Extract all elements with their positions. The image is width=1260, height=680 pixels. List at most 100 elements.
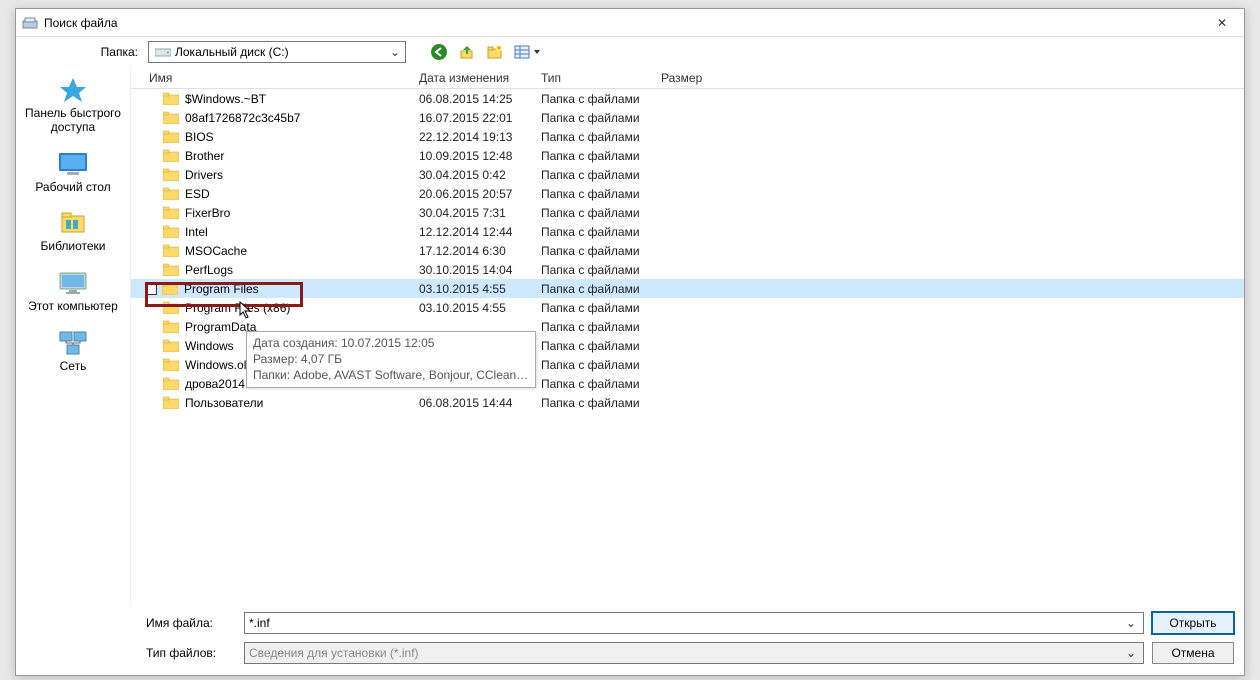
folder-icon: [163, 130, 179, 143]
folder-icon: [163, 149, 179, 162]
sidebar-item-this-pc[interactable]: Этот компьютер: [16, 268, 130, 314]
column-type[interactable]: Тип: [523, 71, 643, 85]
filename-input[interactable]: ⌄: [244, 612, 1144, 634]
file-list: Имя Дата изменения Тип Размер Дата созда…: [131, 67, 1244, 605]
table-row[interactable]: Intel12.12.2014 12:44Папка с файлами: [131, 222, 1244, 241]
row-type: Папка с файлами: [523, 130, 643, 144]
filename-field[interactable]: [249, 616, 1123, 630]
desktop-icon: [55, 149, 91, 179]
row-type: Папка с файлами: [523, 187, 643, 201]
drive-icon: [155, 46, 171, 58]
folder-icon: [163, 244, 179, 257]
column-name[interactable]: Имя: [131, 71, 401, 85]
row-name: FixerBro: [185, 206, 230, 220]
window-title: Поиск файла: [44, 16, 1206, 30]
table-row[interactable]: Drivers 30.04.2015 0:42Папка с файлами: [131, 165, 1244, 184]
table-row[interactable]: FixerBro30.04.2015 7:31Папка с файлами: [131, 203, 1244, 222]
app-icon: [22, 15, 38, 31]
back-button[interactable]: [428, 41, 450, 63]
list-header: Имя Дата изменения Тип Размер: [131, 67, 1244, 89]
chevron-down-icon[interactable]: ⌄: [1123, 616, 1139, 630]
row-type: Папка с файлами: [523, 225, 643, 239]
open-button[interactable]: Открыть: [1152, 612, 1234, 634]
dialog-footer: Имя файла: ⌄ Открыть Тип файлов: Сведени…: [16, 605, 1244, 675]
row-name: Drivers: [185, 168, 223, 182]
row-date: 30.04.2015 7:31: [401, 206, 523, 220]
row-type: Папка с файлами: [523, 149, 643, 163]
row-type: Папка с файлами: [523, 396, 643, 410]
row-type: Папка с файлами: [523, 92, 643, 106]
table-row[interactable]: $Windows.~BT06.08.2015 14:25Папка с файл…: [131, 89, 1244, 108]
chevron-down-icon[interactable]: ⌄: [1123, 646, 1139, 660]
computer-icon: [55, 268, 91, 298]
folder-icon: [163, 320, 179, 333]
list-rows: Дата создания: 10.07.2015 12:05 Размер: …: [131, 89, 1244, 605]
row-date: 06.08.2015 14:25: [401, 92, 523, 106]
network-icon: [55, 328, 91, 358]
folder-icon: [163, 377, 179, 390]
filetype-select[interactable]: Сведения для установки (*.inf) ⌄: [244, 642, 1144, 664]
close-button[interactable]: ✕: [1206, 12, 1238, 34]
dialog-body: Панель быстрого доступа Рабочий стол Биб…: [16, 67, 1244, 605]
folder-icon: [163, 168, 179, 181]
table-row[interactable]: Brother10.09.2015 12:48Папка с файлами: [131, 146, 1244, 165]
row-date: 03.10.2015 4:55: [401, 282, 523, 296]
new-folder-button[interactable]: [484, 41, 506, 63]
row-name: Windows: [185, 339, 234, 353]
row-date: 30.10.2015 14:04: [401, 263, 523, 277]
table-row[interactable]: 08af1726872c3c45b716.07.2015 22:01Папка …: [131, 108, 1244, 127]
row-type: Папка с файлами: [523, 168, 643, 182]
table-row[interactable]: ESD20.06.2015 20:57Папка с файлами: [131, 184, 1244, 203]
row-type: Папка с файлами: [523, 244, 643, 258]
tooltip-line: Размер: 4,07 ГБ: [253, 351, 529, 367]
cancel-button[interactable]: Отмена: [1152, 642, 1234, 664]
table-row[interactable]: Пользователи 06.08.2015 14:44Папка с файл…: [131, 393, 1244, 412]
table-row[interactable]: Program Files03.10.2015 4:55Папка с файл…: [131, 279, 1244, 298]
folder-icon: [163, 92, 179, 105]
row-date: 30.04.2015 0:42: [401, 168, 523, 182]
folder-icon: [163, 111, 179, 124]
filetype-label: Тип файлов:: [146, 646, 236, 660]
row-type: Папка с файлами: [523, 111, 643, 125]
row-name: Program Files (x86): [185, 301, 290, 315]
view-menu-button[interactable]: [512, 41, 544, 63]
row-name: BIOS: [185, 130, 214, 144]
row-date: 22.12.2014 19:13: [401, 130, 523, 144]
sidebar-item-network[interactable]: Сеть: [16, 328, 130, 374]
tooltip: Дата создания: 10.07.2015 12:05 Размер: …: [246, 331, 536, 388]
path-dropdown[interactable]: Локальный диск (C:) ⌄: [148, 41, 406, 63]
sidebar-item-quick-access[interactable]: Панель быстрого доступа: [16, 75, 130, 135]
folder-icon: [162, 282, 178, 295]
row-type: Папка с файлами: [523, 339, 643, 353]
table-row[interactable]: MSOCache17.12.2014 6:30Папка с файлами: [131, 241, 1244, 260]
column-size[interactable]: Размер: [643, 71, 723, 85]
sidebar-item-libraries[interactable]: Библиотеки: [16, 208, 130, 254]
row-name: дрова2014: [185, 377, 245, 391]
row-name: Program Files: [184, 282, 259, 296]
column-date[interactable]: Дата изменения: [401, 71, 523, 85]
table-row[interactable]: BIOS 22.12.2014 19:13Папка с файлами: [131, 127, 1244, 146]
table-row[interactable]: PerfLogs30.10.2015 14:04Папка с файлами: [131, 260, 1244, 279]
row-date: 16.07.2015 22:01: [401, 111, 523, 125]
folder-icon: [163, 225, 179, 238]
chevron-down-icon: ⌄: [387, 45, 403, 59]
row-name: PerfLogs: [185, 263, 233, 277]
row-type: Папка с файлами: [523, 301, 643, 315]
filetype-text: Сведения для установки (*.inf): [249, 646, 1123, 660]
row-date: 10.09.2015 12:48: [401, 149, 523, 163]
folder-icon: [163, 396, 179, 409]
row-date: 03.10.2015 4:55: [401, 301, 523, 315]
table-row[interactable]: Program Files (x86) 03.10.2015 4:55Папка …: [131, 298, 1244, 317]
tooltip-line: Папки: Adobe, AVAST Software, Bonjour, C…: [253, 367, 529, 383]
folder-icon: [163, 187, 179, 200]
row-name: MSOCache: [185, 244, 247, 258]
sidebar-item-desktop[interactable]: Рабочий стол: [16, 149, 130, 195]
row-name: Пользователи: [185, 396, 263, 410]
up-button[interactable]: [456, 41, 478, 63]
path-text: Локальный диск (C:): [175, 45, 387, 59]
row-date: 06.08.2015 14:44: [401, 396, 523, 410]
row-checkbox[interactable]: [145, 283, 157, 295]
row-type: Папка с файлами: [523, 377, 643, 391]
libraries-icon: [55, 208, 91, 238]
titlebar: Поиск файла ✕: [16, 9, 1244, 37]
